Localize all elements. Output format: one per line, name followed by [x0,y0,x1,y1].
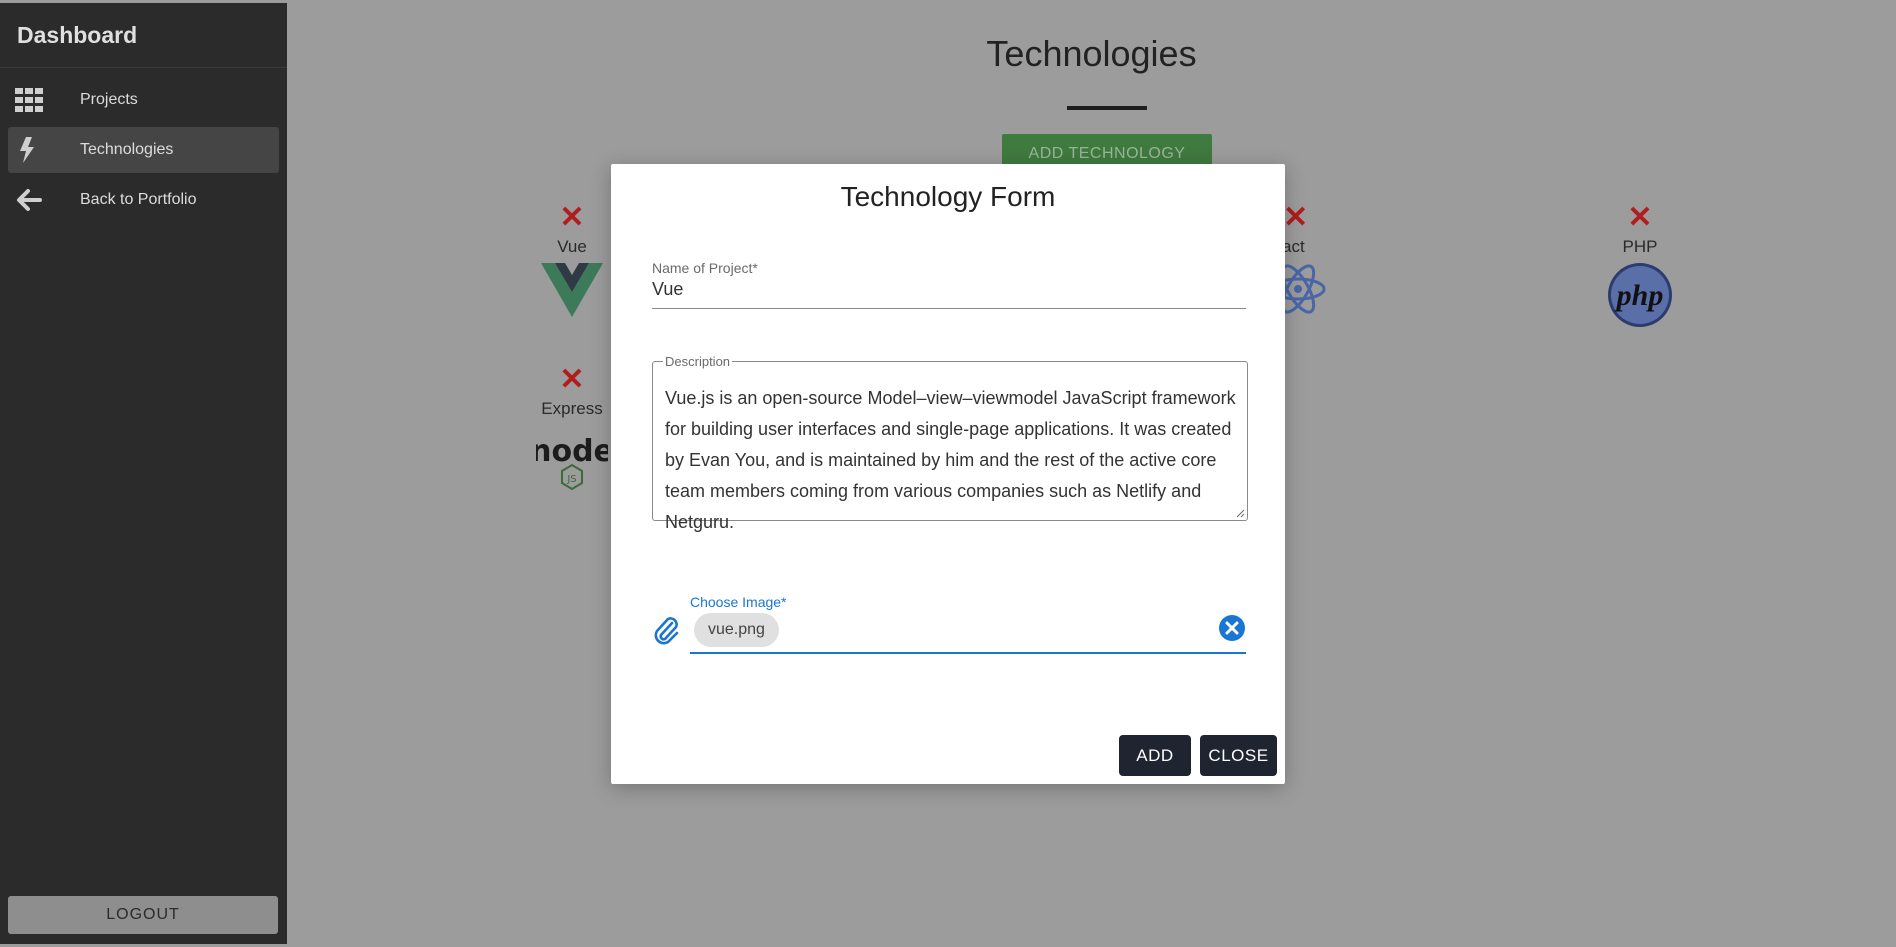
node-logo-icon: node JS [530,434,614,491]
sidebar: Dashboard Projects Technologies Back to … [0,3,287,944]
sidebar-item-label: Back to Portfolio [80,191,197,208]
project-name-input[interactable] [652,276,1246,309]
page-title: Technologies [986,33,1197,74]
svg-text:node: node [536,434,608,469]
tech-name: act [1282,237,1305,256]
tech-name: PHP [1622,237,1658,256]
description-textarea[interactable]: Vue.js is an open-source Model–view–view… [665,383,1237,538]
description-field[interactable]: Description Vue.js is an open-source Mod… [652,354,1248,532]
dialog-title: Technology Form [840,181,1056,212]
sidebar-item-label: Projects [80,91,138,108]
sidebar-item-technologies[interactable]: Technologies [8,127,279,173]
vue-logo-icon [541,263,603,317]
title-underline [1067,106,1147,110]
paperclip-icon[interactable] [652,614,680,646]
add-button[interactable]: ADD [1119,735,1191,776]
description-label: Description [665,354,731,369]
sidebar-item-label: Technologies [80,141,174,158]
delete-icon[interactable]: ✕ [1580,203,1700,233]
file-field-underline [690,652,1246,654]
grid-icon [15,88,43,112]
sidebar-brand: Dashboard [0,3,287,68]
file-chip[interactable]: vue.png [694,613,779,647]
project-name-label: Name of Project* [652,260,758,276]
svg-text:php: php [1614,279,1664,312]
technology-form-dialog: Technology Form Name of Project* Descrip… [611,164,1285,784]
resize-handle-icon[interactable] [1235,508,1245,518]
sidebar-item-projects[interactable]: Projects [8,77,279,123]
arrow-left-icon [17,189,42,211]
php-logo-icon: php [1608,263,1672,327]
delete-icon[interactable]: ✕ [1282,203,1362,233]
sidebar-item-back-to-portfolio[interactable]: Back to Portfolio [8,177,279,223]
close-button[interactable]: CLOSE [1200,735,1277,776]
sidebar-nav: Projects Technologies Back to Portfolio [0,77,287,223]
tech-card-react: ✕ act [1270,203,1362,324]
logout-button[interactable]: LOGOUT [8,896,278,934]
choose-image-label: Choose Image* [690,594,787,610]
tech-card-php: ✕ PHP php [1580,203,1700,332]
svg-text:JS: JS [566,474,576,485]
clear-file-icon[interactable] [1218,614,1246,642]
choose-image-field: Choose Image* vue.png [652,594,1246,654]
project-name-field: Name of Project* [652,260,1246,309]
bolt-icon [20,137,34,163]
